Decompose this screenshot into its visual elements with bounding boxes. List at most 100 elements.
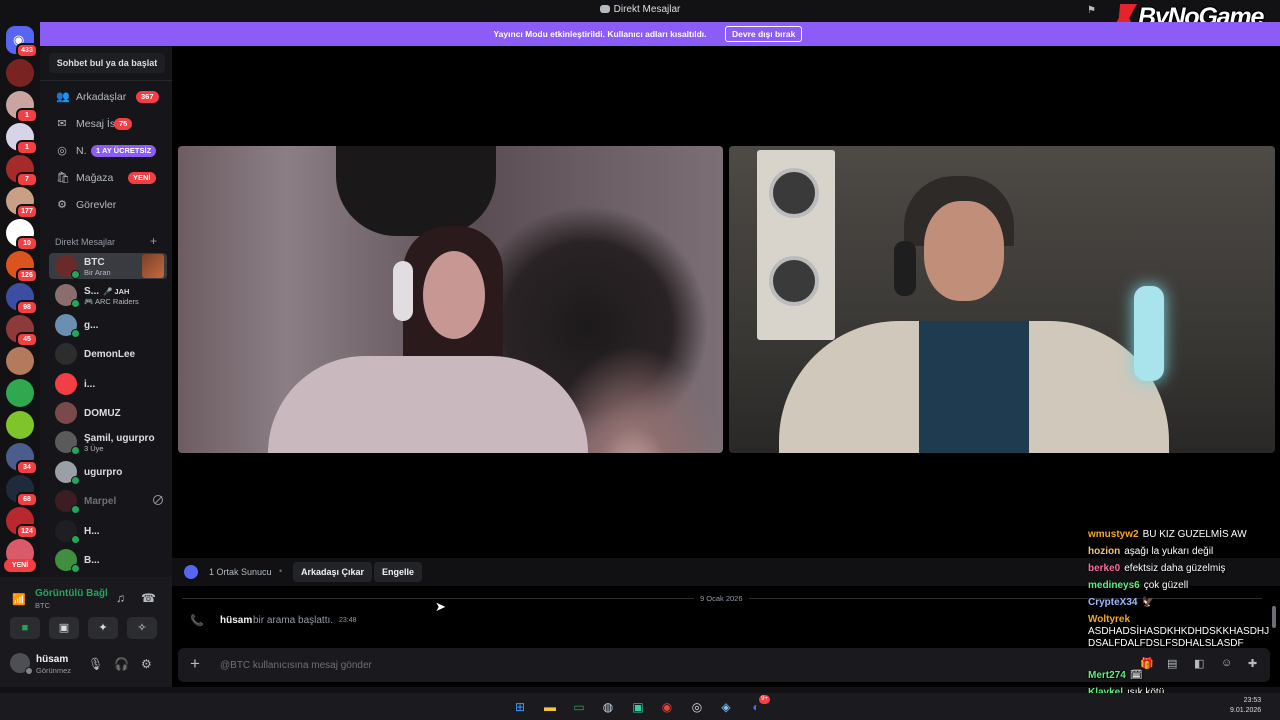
- mutual-servers-link[interactable]: 1 Ortak Sunucu: [209, 567, 272, 577]
- nav-item-label: N.: [76, 145, 87, 157]
- server-icon[interactable]: 68: [6, 475, 38, 507]
- steam-icon[interactable]: ◍: [598, 697, 618, 717]
- torso: [268, 356, 588, 453]
- dm-item[interactable]: Marpel: [49, 488, 167, 515]
- dm-item[interactable]: DOMUZ: [49, 400, 167, 426]
- dm-avatar: [55, 402, 77, 424]
- server-icon[interactable]: [6, 59, 34, 87]
- window-title-text: Direkt Mesajlar: [613, 4, 681, 15]
- dm-item[interactable]: DemonLee: [49, 341, 167, 367]
- voice-status[interactable]: Görüntülü Bağl: [35, 588, 108, 599]
- camera-button[interactable]: ■: [10, 617, 40, 639]
- home-button[interactable]: ◉ 433: [6, 26, 38, 58]
- windows-start-icon[interactable]: ⊞: [510, 697, 530, 717]
- message-input[interactable]: [220, 657, 820, 673]
- activities-button[interactable]: ✦: [88, 617, 118, 639]
- dm-item[interactable]: B...: [49, 547, 167, 573]
- nav-item[interactable]: ⚙ Görevler: [48, 194, 170, 216]
- call-user[interactable]: hüsam: [220, 615, 252, 626]
- soundboard-icon[interactable]: ♫: [116, 591, 125, 605]
- nav-item-badge: YENİ: [128, 172, 156, 184]
- obs-icon[interactable]: ◎: [687, 697, 707, 717]
- chat-scrollbar[interactable]: [1272, 606, 1276, 628]
- dm-name: DemonLee: [84, 349, 136, 361]
- dm-name: B...: [84, 555, 100, 566]
- server-icon[interactable]: 34: [6, 443, 38, 475]
- block-button[interactable]: Engelle: [374, 562, 423, 582]
- attach-plus-icon[interactable]: +: [190, 654, 200, 674]
- server-icon[interactable]: [6, 411, 34, 439]
- headphones-icon[interactable]: 🎧: [114, 657, 129, 671]
- create-dm-icon[interactable]: +: [150, 234, 157, 248]
- remove-friend-button[interactable]: Arkadaşı Çıkar: [293, 562, 373, 582]
- nav-item[interactable]: ◎ N. 1 AY ÜCRETSİZ: [48, 140, 170, 162]
- dm-item[interactable]: i...: [49, 371, 167, 397]
- file-explorer-icon[interactable]: ▬: [540, 697, 560, 717]
- disable-streamer-mode-button[interactable]: Devre dışı bırak: [725, 26, 803, 42]
- clock-date: 9.01.2026: [1230, 707, 1262, 714]
- chat-text: 🗓: [1129, 670, 1143, 681]
- microphone-light: [1134, 286, 1164, 381]
- server-icon[interactable]: 177: [6, 187, 38, 219]
- find-conversation-button[interactable]: Sohbet bul ya da başlat: [49, 53, 165, 73]
- chat-text: ASDHADSİHASDKHKDHDSKKHASDHJDSALFDALFDSLF…: [1088, 626, 1270, 649]
- settings-icon[interactable]: ⚙: [141, 657, 152, 671]
- microphone-icon[interactable]: 🎙: [88, 657, 103, 671]
- app-icon[interactable]: ◈: [716, 697, 736, 717]
- dm-item[interactable]: BTC Bir Aran: [49, 253, 167, 279]
- server-badge: 45: [16, 332, 38, 347]
- disconnect-icon[interactable]: ☎: [141, 591, 156, 605]
- new-badge[interactable]: YENİ: [4, 559, 36, 572]
- dm-item[interactable]: Şamil, ugurpro 3 Üye: [49, 429, 167, 456]
- stream-chat-overlay: wmustyw2 BU KIZ GUZELMİS AW hozion aşağı la…: [1085, 525, 1280, 720]
- user-name[interactable]: hüsam: [36, 654, 68, 665]
- nav-item[interactable]: 👥 Arkadaşlar 367: [48, 86, 170, 108]
- dm-name: ugurpro: [84, 466, 123, 478]
- banner-message: Yayıncı Modu etkinleştirildi. Kullanıcı …: [493, 29, 707, 39]
- server-icon[interactable]: 98: [6, 283, 38, 315]
- screen-share-button[interactable]: ▣: [49, 617, 79, 639]
- chat-app-icon[interactable]: ▣: [628, 697, 648, 717]
- dm-status-indicator: [71, 505, 80, 515]
- nav-item[interactable]: ✉ Mesaj İste... 75: [48, 113, 170, 135]
- terminal-icon[interactable]: ▭: [569, 697, 589, 717]
- chrome-icon[interactable]: ◉: [657, 697, 677, 717]
- dm-extra: 🎤 JAH: [103, 287, 130, 297]
- flag-icon[interactable]: ⚑: [1087, 5, 1097, 16]
- video-tile-btc[interactable]: [178, 146, 723, 453]
- nav-item-badge: 1 AY ÜCRETSİZ: [91, 145, 157, 157]
- dm-section-header: Direkt Mesajlar: [55, 237, 116, 247]
- server-icon[interactable]: 1: [6, 123, 38, 155]
- dm-item[interactable]: ugurpro: [49, 459, 167, 485]
- server-icon[interactable]: 45: [6, 315, 38, 347]
- nav-item[interactable]: 🛍 Mağaza YENİ: [48, 167, 170, 189]
- signal-icon[interactable]: 📶: [12, 593, 26, 606]
- phone-icon: 📞: [190, 615, 204, 627]
- dryer-door: [769, 256, 819, 306]
- server-icon[interactable]: 7: [6, 155, 38, 187]
- server-icon[interactable]: [6, 379, 34, 407]
- mutual-server-icon: [184, 565, 198, 579]
- dm-item[interactable]: g...: [49, 312, 167, 338]
- blocked-icon: [153, 495, 163, 506]
- server-badge: 7: [16, 172, 38, 187]
- server-icon[interactable]: 126: [6, 251, 38, 283]
- chat-username: berke0: [1088, 563, 1121, 574]
- dm-item[interactable]: H...: [49, 518, 167, 544]
- chair-headrest: [336, 146, 496, 236]
- server-icon[interactable]: 124: [6, 507, 38, 539]
- video-tile-husam[interactable]: [729, 146, 1275, 453]
- headphone-left: [894, 241, 916, 296]
- dm-status-indicator: [71, 299, 80, 309]
- effects-button[interactable]: ✧: [127, 617, 157, 639]
- dm-name: H...: [84, 525, 100, 537]
- chat-text: çok güzell: [1143, 580, 1189, 591]
- server-icon[interactable]: 1: [6, 91, 38, 123]
- discord-taskbar-icon[interactable]: ◐ 9+: [746, 695, 770, 717]
- dm-item[interactable]: S... 🎤 JAH 🎮 ARC Raiders: [49, 282, 167, 309]
- face: [924, 201, 1004, 301]
- server-icon[interactable]: [6, 347, 34, 375]
- system-clock[interactable]: 23:53 9.01.2026: [1230, 696, 1261, 716]
- server-icon[interactable]: 10: [6, 219, 38, 251]
- dm-avatar: [55, 343, 77, 366]
